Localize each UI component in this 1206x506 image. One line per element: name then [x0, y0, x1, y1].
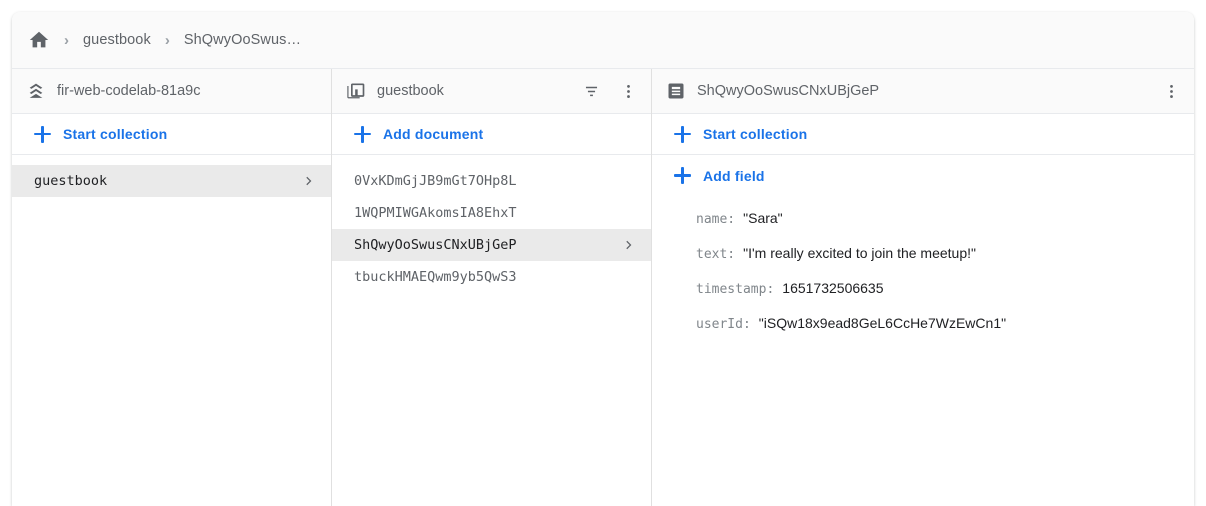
add-field-button[interactable]: Add field — [652, 155, 1194, 196]
field-row[interactable]: text: "I'm really excited to join the me… — [696, 245, 1194, 262]
plus-icon — [34, 126, 51, 143]
collection-title: guestbook — [377, 83, 567, 99]
field-value: 1651732506635 — [782, 280, 883, 296]
list-item-document[interactable]: 1WQPMIWGAkomsIA8EhxT — [332, 197, 651, 229]
document-icon — [666, 81, 686, 101]
document-id: 0VxKDmGjJB9mGt7OHp8L — [354, 173, 637, 189]
breadcrumb-item-collection[interactable]: guestbook — [83, 32, 151, 48]
field-key: timestamp: — [696, 282, 774, 297]
panel-database: fir-web-codelab-81a9c Start collection g… — [12, 69, 332, 506]
filter-list-icon[interactable] — [578, 78, 604, 104]
plus-icon — [674, 126, 691, 143]
more-vert-icon-collection[interactable] — [615, 78, 641, 104]
field-row[interactable]: timestamp: 1651732506635 — [696, 280, 1194, 297]
start-collection-label: Start collection — [703, 126, 807, 142]
field-key: text: — [696, 247, 735, 262]
breadcrumb: › guestbook › ShQwyOoSwus… — [12, 12, 1194, 69]
document-title: ShQwyOoSwusCNxUBjGeP — [697, 83, 1147, 99]
add-document-label: Add document — [383, 126, 483, 142]
more-vert-icon-document[interactable] — [1158, 78, 1184, 104]
home-icon[interactable] — [28, 29, 50, 51]
add-field-label: Add field — [703, 168, 765, 184]
list-item-document[interactable]: 0VxKDmGjJB9mGt7OHp8L — [332, 165, 651, 197]
field-value: "iSQw18x9ead8GeL6CcHe7WzEwCn1" — [759, 315, 1006, 331]
panels-container: fir-web-codelab-81a9c Start collection g… — [12, 69, 1194, 506]
plus-icon — [674, 167, 691, 184]
panel-document: ShQwyOoSwusCNxUBjGeP Start collection Ad… — [652, 69, 1194, 506]
collection-icon — [346, 81, 366, 101]
start-collection-label: Start collection — [63, 126, 167, 142]
breadcrumb-separator-2: › — [153, 33, 182, 48]
document-id: 1WQPMIWGAkomsIA8EhxT — [354, 205, 637, 221]
start-collection-button-right[interactable]: Start collection — [652, 114, 1194, 155]
document-id: ShQwyOoSwusCNxUBjGeP — [354, 237, 621, 253]
document-id: tbuckHMAEQwm9yb5QwS3 — [354, 269, 637, 285]
plus-icon — [354, 126, 371, 143]
document-list: 0VxKDmGjJB9mGt7OHp8L 1WQPMIWGAkomsIA8Ehx… — [332, 155, 651, 506]
panel-collection-header: guestbook — [332, 69, 651, 114]
field-row[interactable]: userId: "iSQw18x9ead8GeL6CcHe7WzEwCn1" — [696, 315, 1194, 332]
panel-collection: guestbook Add document 0VxKDmGjJB9mGt7OH… — [332, 69, 652, 506]
list-item-document-selected[interactable]: ShQwyOoSwusCNxUBjGeP — [332, 229, 651, 261]
start-collection-button-left[interactable]: Start collection — [12, 114, 331, 155]
panel-database-header: fir-web-codelab-81a9c — [12, 69, 331, 114]
collection-list: guestbook — [12, 155, 331, 506]
list-item-collection-guestbook[interactable]: guestbook — [12, 165, 331, 197]
chevron-right-icon — [301, 173, 317, 189]
field-value: "Sara" — [743, 210, 783, 226]
firestore-database-icon — [26, 81, 46, 101]
panel-document-header: ShQwyOoSwusCNxUBjGeP — [652, 69, 1194, 114]
chevron-right-icon — [621, 237, 637, 253]
field-list: name: "Sara" text: "I'm really excited t… — [652, 196, 1194, 350]
field-row[interactable]: name: "Sara" — [696, 210, 1194, 227]
breadcrumb-separator-1: › — [52, 33, 81, 48]
field-value: "I'm really excited to join the meetup!" — [743, 245, 976, 261]
field-key: name: — [696, 212, 735, 227]
firestore-data-card: › guestbook › ShQwyOoSwus… fir-web-codel… — [12, 12, 1194, 506]
project-id-label: fir-web-codelab-81a9c — [57, 83, 321, 99]
breadcrumb-item-document[interactable]: ShQwyOoSwus… — [184, 32, 301, 48]
add-document-button[interactable]: Add document — [332, 114, 651, 155]
list-item-document[interactable]: tbuckHMAEQwm9yb5QwS3 — [332, 261, 651, 293]
collection-name: guestbook — [34, 173, 301, 189]
field-key: userId: — [696, 317, 751, 332]
